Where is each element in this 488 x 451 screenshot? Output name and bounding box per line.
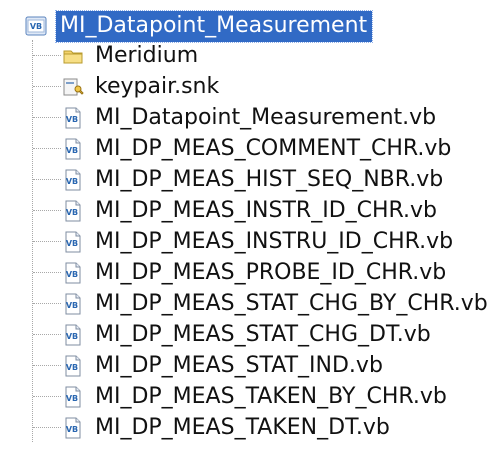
tree-item-label: MI_DP_MEAS_STAT_IND.vb — [95, 353, 383, 378]
tree-connector — [33, 179, 61, 181]
tree-item-vb-file[interactable]: VB MI_DP_MEAS_STAT_IND.vb — [33, 351, 383, 381]
project-root-label: MI_Datapoint_Measurement — [54, 9, 374, 43]
vb-file-icon: VB — [61, 354, 85, 378]
svg-text:VB: VB — [66, 301, 78, 310]
vb-file-icon: VB — [61, 385, 85, 409]
tree-connector — [33, 55, 61, 57]
svg-text:VB: VB — [66, 332, 78, 341]
tree-item-vb-file[interactable]: VB MI_DP_MEAS_STAT_CHG_BY_CHR.vb — [33, 289, 488, 319]
svg-text:VB: VB — [66, 239, 78, 248]
tree-connector — [33, 117, 61, 119]
key-file-icon — [61, 75, 85, 99]
vb-file-icon: VB — [61, 168, 85, 192]
svg-text:VB: VB — [66, 146, 78, 155]
tree-item-vb-file[interactable]: VB MI_Datapoint_Measurement.vb — [33, 103, 436, 133]
tree-item-label: MI_DP_MEAS_COMMENT_CHR.vb — [95, 136, 452, 161]
svg-text:VB: VB — [30, 22, 42, 31]
tree-item-label: MI_DP_MEAS_STAT_CHG_DT.vb — [95, 322, 431, 347]
svg-text:VB: VB — [66, 115, 78, 124]
solution-explorer-tree: VB MI_Datapoint_Measurement Meridium key… — [0, 0, 488, 451]
tree-item-vb-file[interactable]: VB MI_DP_MEAS_TAKEN_DT.vb — [33, 413, 390, 443]
tree-item-vb-file[interactable]: VB MI_DP_MEAS_STAT_CHG_DT.vb — [33, 320, 431, 350]
tree-item-meridium[interactable]: Meridium — [33, 41, 198, 71]
svg-text:VB: VB — [66, 270, 78, 279]
tree-item-label: Meridium — [95, 43, 199, 68]
tree-item-vb-file[interactable]: VB MI_DP_MEAS_INSTRU_ID_CHR.vb — [33, 227, 453, 257]
vb-file-icon: VB — [61, 261, 85, 285]
svg-text:VB: VB — [66, 425, 78, 434]
svg-text:VB: VB — [66, 363, 78, 372]
tree-item-vb-file[interactable]: VB MI_DP_MEAS_PROBE_ID_CHR.vb — [33, 258, 446, 288]
tree-item-label: MI_DP_MEAS_PROBE_ID_CHR.vb — [95, 260, 447, 285]
vb-file-icon: VB — [61, 292, 85, 316]
tree-item-label: MI_DP_MEAS_HIST_SEQ_NBR.vb — [95, 167, 444, 192]
vb-project-icon: VB — [24, 14, 48, 38]
tree-connector — [33, 427, 61, 429]
tree-connector — [33, 210, 61, 212]
tree-item-label: MI_DP_MEAS_TAKEN_DT.vb — [95, 415, 390, 440]
svg-text:VB: VB — [66, 394, 78, 403]
tree-item-vb-file[interactable]: VB MI_DP_MEAS_TAKEN_BY_CHR.vb — [33, 382, 447, 412]
vb-file-icon: VB — [61, 230, 85, 254]
vb-file-icon: VB — [61, 106, 85, 130]
tree-connector — [33, 86, 61, 88]
vb-file-icon: VB — [61, 199, 85, 223]
tree-item-vb-file[interactable]: VB MI_DP_MEAS_COMMENT_CHR.vb — [33, 134, 451, 164]
tree-connector — [33, 303, 61, 305]
tree-item-label: MI_DP_MEAS_INSTRU_ID_CHR.vb — [95, 229, 454, 254]
svg-text:VB: VB — [66, 208, 78, 217]
tree-connector — [33, 241, 61, 243]
tree-item-label: MI_Datapoint_Measurement.vb — [95, 105, 437, 130]
vb-file-icon: VB — [61, 137, 85, 161]
tree-item-keypair[interactable]: keypair.snk — [33, 72, 219, 102]
svg-text:VB: VB — [66, 177, 78, 186]
tree-connector — [33, 148, 61, 150]
vb-file-icon: VB — [61, 416, 85, 440]
tree-connector — [33, 272, 61, 274]
vb-file-icon: VB — [61, 323, 85, 347]
tree-item-label: MI_DP_MEAS_TAKEN_BY_CHR.vb — [95, 384, 447, 409]
tree-item-label: MI_DP_MEAS_INSTR_ID_CHR.vb — [95, 198, 438, 223]
tree-item-label: MI_DP_MEAS_STAT_CHG_BY_CHR.vb — [95, 291, 488, 316]
folder-icon — [61, 44, 85, 68]
tree-connector — [33, 396, 61, 398]
tree-item-vb-file[interactable]: VB MI_DP_MEAS_INSTR_ID_CHR.vb — [33, 196, 437, 226]
tree-item-label: keypair.snk — [95, 74, 220, 99]
tree-item-vb-file[interactable]: VB MI_DP_MEAS_HIST_SEQ_NBR.vb — [33, 165, 443, 195]
project-root-node[interactable]: VB MI_Datapoint_Measurement — [24, 9, 374, 43]
tree-connector — [33, 365, 61, 367]
tree-connector — [33, 334, 61, 336]
